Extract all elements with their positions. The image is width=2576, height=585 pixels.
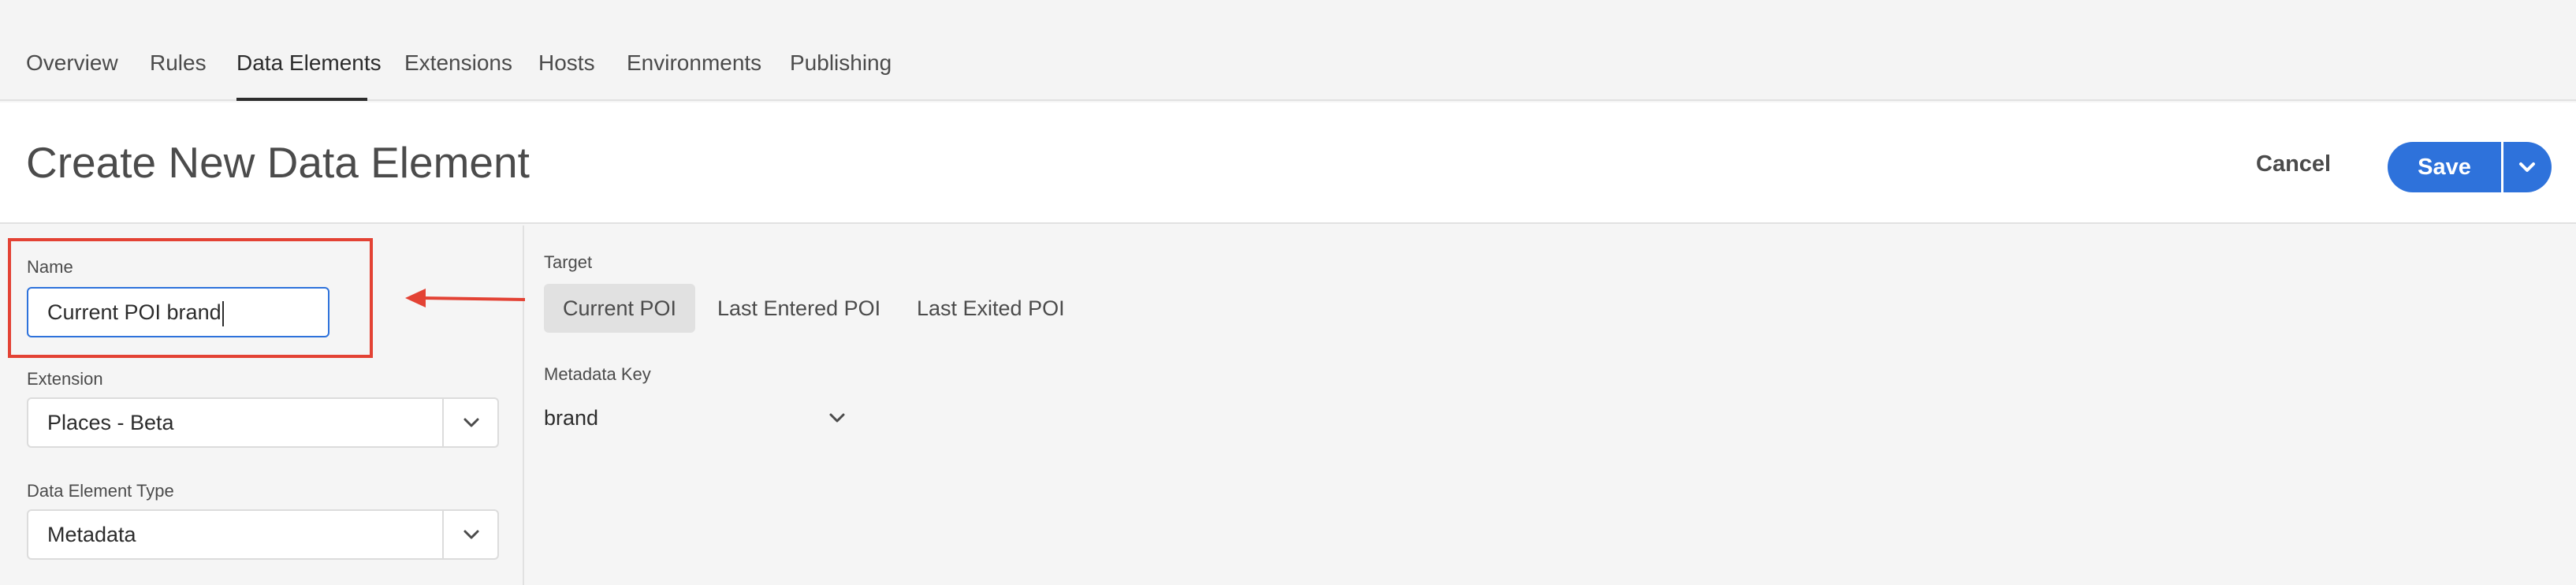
cancel-button[interactable]: Cancel xyxy=(2256,151,2331,177)
annotation-highlight-box xyxy=(8,238,373,358)
annotation-arrow-icon xyxy=(405,289,526,307)
extension-select[interactable]: Places - Beta xyxy=(27,397,499,448)
target-label: Target xyxy=(544,252,593,272)
page-header: Create New Data Element Cancel Save xyxy=(0,102,2576,224)
tab-extensions[interactable]: Extensions xyxy=(404,49,512,101)
active-tab-indicator xyxy=(236,98,367,101)
chevron-down-icon xyxy=(2519,162,2535,172)
data-element-type-label: Data Element Type xyxy=(27,481,174,501)
metadata-key-label: Metadata Key xyxy=(544,364,651,384)
tab-overview[interactable]: Overview xyxy=(26,49,118,101)
metadata-key-value: brand xyxy=(544,406,599,430)
metadata-key-picker[interactable]: brand xyxy=(544,401,851,435)
save-button[interactable]: Save xyxy=(2388,142,2501,192)
tab-rules[interactable]: Rules xyxy=(150,49,207,101)
tab-hosts[interactable]: Hosts xyxy=(538,49,595,101)
target-option-last-exited-poi[interactable]: Last Exited POI xyxy=(917,284,1065,333)
chevron-down-icon xyxy=(463,530,479,539)
tab-data-elements[interactable]: Data Elements xyxy=(236,49,382,101)
tab-environments[interactable]: Environments xyxy=(627,49,761,101)
save-options-button[interactable] xyxy=(2503,142,2552,192)
top-nav: Overview Rules Data Elements Extensions … xyxy=(0,0,2576,101)
chevron-down-icon xyxy=(463,418,479,427)
target-option-current-poi[interactable]: Current POI xyxy=(544,284,696,333)
tab-publishing[interactable]: Publishing xyxy=(790,49,892,101)
extension-select-value: Places - Beta xyxy=(47,411,174,434)
chevron-down-icon xyxy=(829,413,845,423)
extension-select-toggle[interactable] xyxy=(442,399,497,446)
data-element-type-toggle[interactable] xyxy=(442,511,497,558)
page-title: Create New Data Element xyxy=(26,138,530,187)
data-element-type-select[interactable]: Metadata xyxy=(27,509,499,560)
save-button-group: Save xyxy=(2388,142,2552,192)
target-option-last-entered-poi[interactable]: Last Entered POI xyxy=(717,284,880,333)
extension-label: Extension xyxy=(27,369,103,389)
data-element-type-value: Metadata xyxy=(47,523,136,546)
